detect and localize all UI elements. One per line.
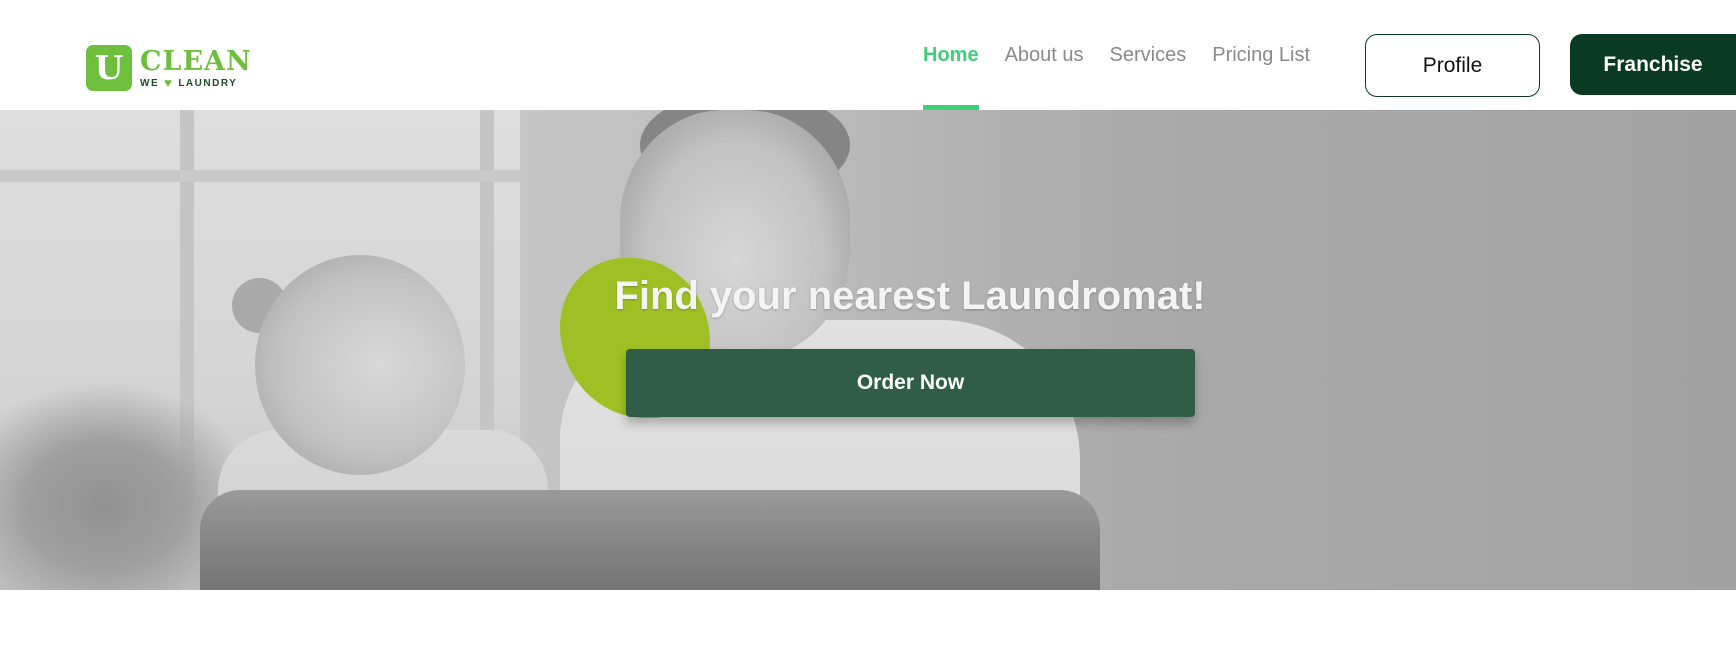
hero-title: Find your nearest Laundromat! [614,274,1206,318]
logo-text: CLEAN WE ♥ LAUNDRY [140,45,252,90]
nav-item-services[interactable]: Services [1110,0,1187,110]
logo-tagline-right: LAUNDRY [178,77,238,89]
nav-item-pricing-list[interactable]: Pricing List [1212,0,1310,110]
logo-tagline-left: WE [140,77,160,89]
logo-letter: U [94,48,124,87]
nav-item-about-us[interactable]: About us [1005,0,1084,110]
site-header: U CLEAN WE ♥ LAUNDRY Home About us Servi… [0,0,1736,110]
franchise-button[interactable]: Franchise [1570,34,1736,95]
hero-banner: Find your nearest Laundromat! Order Now [0,110,1736,590]
logo-tagline: WE ♥ LAUNDRY [140,75,252,90]
profile-button[interactable]: Profile [1365,34,1540,97]
nav-item-home[interactable]: Home [923,0,979,110]
logo-word: CLEAN [140,45,252,77]
heart-icon: ♥ [164,75,174,90]
order-now-button[interactable]: Order Now [626,349,1195,417]
main-nav: Home About us Services Pricing List [923,0,1336,110]
brand-logo[interactable]: U CLEAN WE ♥ LAUNDRY [86,43,256,93]
logo-badge-icon: U [86,45,132,91]
